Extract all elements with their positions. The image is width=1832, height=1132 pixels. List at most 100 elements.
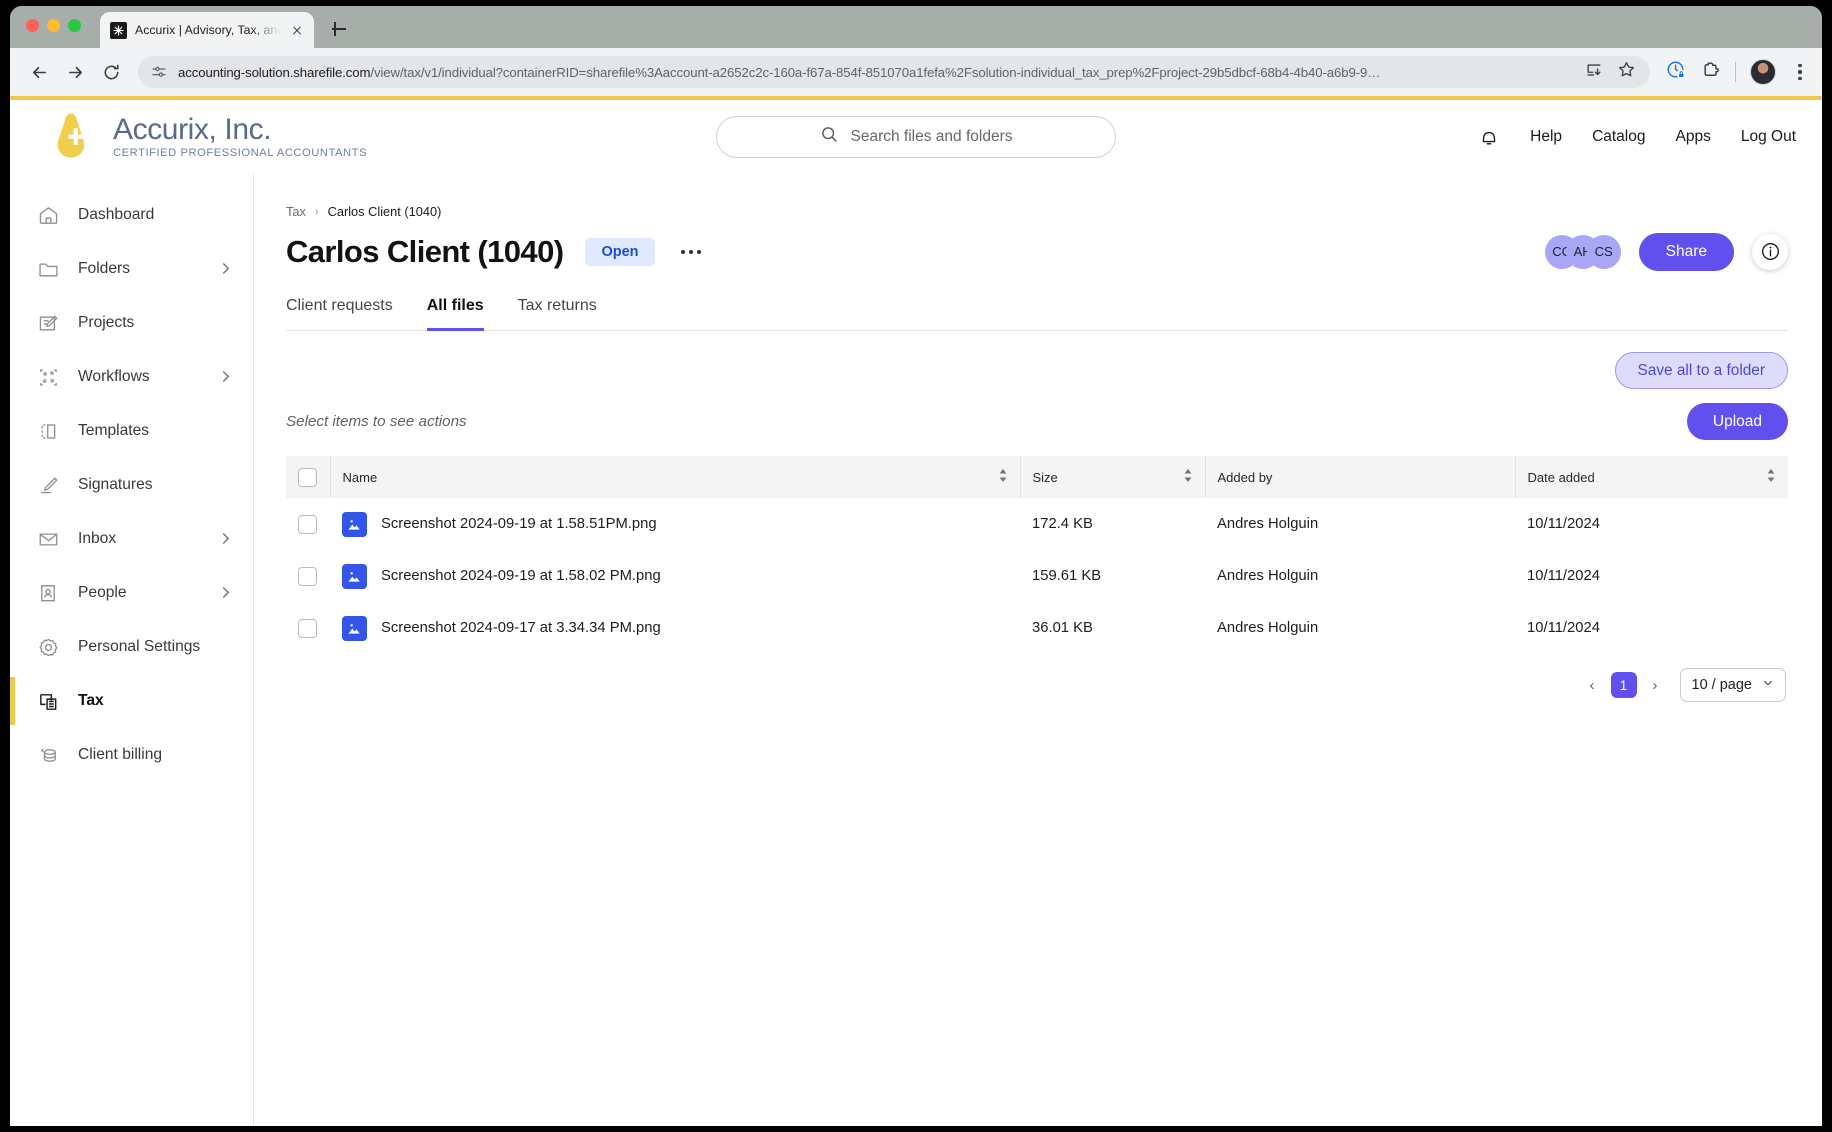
nav-link-apps[interactable]: Apps: [1676, 128, 1711, 146]
sidebar-item-dashboard[interactable]: Dashboard: [10, 188, 253, 242]
table-header-row: Name Size Added by Date added: [286, 456, 1788, 499]
forward-arrow-icon[interactable]: [58, 55, 92, 89]
sidebar-item-tax[interactable]: Tax: [10, 674, 253, 728]
sidebar-item-workflows[interactable]: Workflows: [10, 350, 253, 404]
info-circle-icon[interactable]: [1752, 233, 1788, 270]
file-name[interactable]: Screenshot 2024-09-19 at 1.58.51PM.png: [381, 516, 657, 532]
close-tab-icon[interactable]: [288, 21, 306, 39]
url-text: accounting-solution.sharefile.com/view/t…: [178, 65, 1575, 80]
file-name[interactable]: Screenshot 2024-09-17 at 3.34.34 PM.png: [381, 620, 661, 636]
maximize-window-button[interactable]: [68, 19, 81, 32]
billing-stack-icon: [36, 743, 60, 767]
sidebar-item-templates[interactable]: Templates: [10, 404, 253, 458]
nav-link-logout[interactable]: Log Out: [1741, 128, 1796, 146]
row-size-cell: 36.01 KB: [1032, 620, 1093, 637]
sidebar-item-label: Client billing: [78, 746, 163, 763]
sidebar-item-projects[interactable]: Projects: [10, 296, 253, 350]
site-settings-icon[interactable]: [150, 63, 168, 81]
tab-client-requests[interactable]: Client requests: [286, 297, 393, 331]
pagination-page-1[interactable]: 1: [1610, 672, 1637, 699]
table-row[interactable]: Screenshot 2024-09-17 at 3.34.34 PM.png …: [286, 602, 1788, 654]
sidebar-item-people[interactable]: People: [10, 566, 253, 620]
chevron-right-icon: [219, 532, 233, 546]
breadcrumb-root[interactable]: Tax: [286, 204, 306, 219]
sort-toggle-icon[interactable]: [1766, 468, 1776, 487]
bookmark-star-icon[interactable]: [1617, 60, 1636, 84]
browser-tab[interactable]: Accurix | Advisory, Tax, and A: [100, 12, 314, 48]
browser-toolbar: accounting-solution.sharefile.com/view/t…: [10, 48, 1822, 96]
window-traffic-lights[interactable]: [26, 19, 81, 32]
sort-toggle-icon[interactable]: [998, 468, 1008, 487]
minimize-window-button[interactable]: [47, 19, 60, 32]
tab-tax-returns[interactable]: Tax returns: [518, 297, 597, 331]
page-size-label: 10 / page: [1691, 677, 1752, 694]
history-sync-icon[interactable]: [1666, 59, 1687, 85]
table-row[interactable]: Screenshot 2024-09-19 at 1.58.51PM.png 1…: [286, 498, 1788, 550]
column-header-label: Size: [1032, 469, 1058, 485]
row-checkbox[interactable]: [298, 514, 317, 534]
three-dot-menu-icon[interactable]: [1790, 62, 1810, 82]
image-file-icon: [342, 615, 367, 641]
collaborator-avatars[interactable]: CC AH CS: [1544, 234, 1621, 269]
column-header-size[interactable]: Size: [1020, 456, 1206, 499]
sidebar-item-personal-settings[interactable]: Personal Settings: [10, 620, 253, 674]
extensions-puzzle-icon[interactable]: [1701, 60, 1721, 85]
sidebar-item-folders[interactable]: Folders: [10, 242, 253, 296]
address-bar[interactable]: accounting-solution.sharefile.com/view/t…: [138, 56, 1650, 88]
save-all-to-folder-button[interactable]: Save all to a folder: [1614, 351, 1788, 389]
sidebar: Dashboard Folders Projects Workflows Tem…: [10, 174, 254, 1126]
sidebar-item-inbox[interactable]: Inbox: [10, 512, 253, 566]
status-badge[interactable]: Open: [585, 237, 655, 266]
row-added-by-cell: Andres Holguin: [1217, 516, 1319, 533]
row-select-cell: [286, 602, 330, 654]
column-header-date-added[interactable]: Date added: [1515, 456, 1788, 499]
main-content: Tax › Carlos Client (1040) Carlos Client…: [254, 174, 1822, 1126]
search-input[interactable]: Search files and folders: [716, 116, 1116, 158]
table-row[interactable]: Screenshot 2024-09-19 at 1.58.02 PM.png …: [286, 550, 1788, 602]
toolbar-row: Select items to see actions Upload: [286, 402, 1788, 441]
app-body: Dashboard Folders Projects Workflows Tem…: [10, 174, 1822, 1126]
nav-link-catalog[interactable]: Catalog: [1592, 128, 1645, 146]
nav-link-help[interactable]: Help: [1530, 128, 1562, 146]
install-app-icon[interactable]: [1585, 61, 1603, 84]
envelope-icon: [36, 527, 60, 551]
image-file-icon: [342, 563, 367, 589]
reload-icon[interactable]: [94, 55, 128, 89]
back-arrow-icon[interactable]: [22, 55, 56, 89]
sidebar-item-signatures[interactable]: Signatures: [10, 458, 253, 512]
select-all-checkbox[interactable]: [298, 467, 317, 487]
sidebar-item-label: Dashboard: [78, 206, 155, 223]
sidebar-item-label: Folders: [78, 260, 130, 277]
file-name[interactable]: Screenshot 2024-09-19 at 1.58.02 PM.png: [381, 568, 661, 584]
row-name-cell: Screenshot 2024-09-19 at 1.58.51PM.png: [330, 498, 1020, 550]
breadcrumb-current: Carlos Client (1040): [327, 204, 442, 219]
upload-button[interactable]: Upload: [1686, 402, 1788, 441]
column-header-name[interactable]: Name: [330, 456, 1021, 499]
close-window-button[interactable]: [26, 19, 39, 32]
share-button[interactable]: Share: [1638, 233, 1734, 271]
selection-hint: Select items to see actions: [286, 413, 467, 431]
brand-logo[interactable]: Accurix, Inc. CERTIFIED PROFESSIONAL ACC…: [44, 110, 367, 164]
sidebar-item-label: People: [78, 584, 127, 601]
new-tab-button[interactable]: [328, 18, 350, 40]
sidebar-item-label: Signatures: [78, 476, 153, 493]
tax-calculator-icon: [36, 689, 60, 713]
page-size-select[interactable]: 10 / page: [1679, 668, 1786, 703]
avatar[interactable]: CS: [1586, 234, 1621, 269]
row-checkbox[interactable]: [298, 566, 317, 586]
sidebar-item-label: Personal Settings: [78, 638, 201, 655]
row-select-cell: [286, 498, 330, 550]
profile-avatar-icon[interactable]: [1750, 59, 1776, 85]
app-header: Accurix, Inc. CERTIFIED PROFESSIONAL ACC…: [10, 100, 1822, 174]
browser-tabstrip: Accurix | Advisory, Tax, and A: [10, 6, 1822, 48]
sidebar-item-client-billing[interactable]: Client billing: [10, 728, 253, 782]
column-header-added-by[interactable]: Added by: [1205, 456, 1516, 499]
tab-all-files[interactable]: All files: [426, 297, 484, 331]
ellipsis-icon[interactable]: [677, 242, 706, 262]
pagination-next-button[interactable]: ›: [1649, 677, 1662, 694]
secondary-action-row: Save all to a folder: [286, 351, 1788, 389]
bell-icon[interactable]: [1478, 126, 1500, 148]
sort-toggle-icon[interactable]: [1183, 468, 1193, 487]
pagination-prev-button[interactable]: ‹: [1586, 677, 1599, 694]
row-checkbox[interactable]: [298, 618, 317, 638]
